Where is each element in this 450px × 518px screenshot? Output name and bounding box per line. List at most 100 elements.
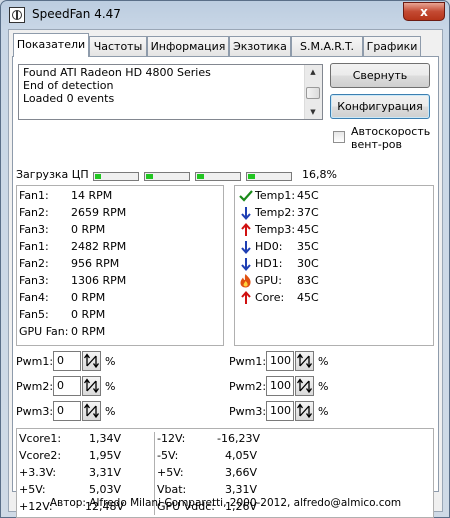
fan-value: 0 RPM (71, 291, 106, 304)
temp-name: Temp2: (255, 206, 296, 219)
pwm1-unit: % (318, 355, 329, 368)
fan-name: Fan1: (19, 240, 49, 253)
arrow-down-icon (241, 206, 251, 220)
pwm3-unit: % (318, 405, 329, 418)
fan-name: Fan1: (19, 189, 49, 202)
window-title: SpeedFan 4.47 (32, 7, 121, 21)
temp-name: Temp3: (255, 223, 296, 236)
app-window: SpeedFan 4.47 x Показатели Частоты Инфор… (0, 0, 450, 518)
close-button[interactable]: x (403, 2, 445, 21)
tab-exotics[interactable]: Экзотика (229, 36, 291, 56)
fan-value: 956 RPM (71, 257, 120, 270)
voltage-name: +3.3V: (19, 466, 57, 479)
pwm3-input[interactable]: 100 (266, 401, 294, 421)
temp-name: HD0: (255, 240, 283, 253)
spin-arrows-icon[interactable] (82, 376, 101, 396)
spin-arrows-icon[interactable] (82, 351, 101, 371)
tab-info[interactable]: Информация (147, 36, 229, 56)
scroll-down-icon[interactable]: ▼ (305, 105, 321, 119)
temp-name: GPU: (255, 274, 282, 287)
fan-value: 2482 RPM (71, 240, 127, 253)
pwm1-input[interactable]: 0 (53, 351, 81, 371)
configure-button[interactable]: Конфигурация (330, 94, 430, 119)
scroll-up-icon[interactable]: ▲ (305, 65, 321, 79)
voltage-value: 1,95V (89, 449, 122, 462)
fans-group: Fan1: 14 RPM Fan2: 2659 RPM Fan3: 0 RPM … (16, 185, 224, 346)
tab-readings[interactable]: Показатели (13, 33, 89, 57)
voltage-value: 3,66V (225, 466, 258, 479)
fan-value: 0 RPM (71, 325, 106, 338)
fan-name: Fan5: (19, 308, 49, 321)
pwm3-input[interactable]: 0 (53, 401, 81, 421)
tab-smart[interactable]: S.M.A.R.T. (291, 36, 363, 56)
log-line: Found ATI Radeon HD 4800 Series (23, 66, 211, 79)
arrow-down-icon (241, 240, 251, 254)
event-log[interactable]: Found ATI Radeon HD 4800 Series End of d… (18, 64, 323, 120)
fan-name: GPU Fan: (19, 325, 69, 338)
temp-value: 45C (297, 291, 319, 304)
temp-name: Core: (255, 291, 285, 304)
fan-name: Fan2: (19, 206, 49, 219)
temp-value: 30C (297, 257, 319, 270)
pwm1-input[interactable]: 100 (266, 351, 294, 371)
readings-panel: Found ATI Radeon HD 4800 Series End of d… (12, 56, 439, 518)
fan-value: 14 RPM (71, 189, 113, 202)
client-area: Показатели Частоты Информация Экзотика S… (8, 29, 443, 518)
cpu-usage-label: Загрузка ЦП (16, 168, 89, 181)
minimize-button[interactable]: Свернуть (330, 63, 430, 88)
voltage-value: -16,23V (217, 432, 260, 445)
voltage-value: 4,05V (225, 449, 258, 462)
temp-name: Temp1: (255, 189, 296, 202)
tab-charts[interactable]: Графики (363, 36, 421, 56)
voltage-name: -5V: (157, 449, 179, 462)
log-scrollbar[interactable]: ▲ ▼ (304, 65, 322, 119)
pwm2-unit: % (105, 380, 116, 393)
cpu-usage-percent: 16,8% (302, 168, 337, 181)
pwm2-label: Pwm2: (229, 380, 267, 393)
spin-arrows-icon[interactable] (295, 376, 314, 396)
pwm2-input[interactable]: 0 (53, 376, 81, 396)
pwm2-unit: % (318, 380, 329, 393)
arrow-down-icon (241, 257, 251, 271)
voltage-value: 5,03V (89, 483, 122, 496)
voltage-name: +5V: (19, 483, 46, 496)
voltage-name: +5V: (157, 466, 184, 479)
voltage-name: Vbat: (157, 483, 187, 496)
fan-value: 2659 RPM (71, 206, 127, 219)
pwm1-label: Pwm1: (16, 355, 54, 368)
cpu-core-bar (195, 172, 241, 181)
pwm3-unit: % (105, 405, 116, 418)
pwm3-label: Pwm3: (16, 405, 54, 418)
spin-arrows-icon[interactable] (82, 401, 101, 421)
arrow-up-icon (241, 223, 251, 237)
check-icon (239, 190, 253, 202)
voltage-name: Vcore1: (19, 432, 62, 445)
scroll-thumb[interactable] (306, 87, 320, 99)
pwm3-label: Pwm3: (229, 405, 267, 418)
log-line: Loaded 0 events (23, 92, 115, 105)
spin-arrows-icon[interactable] (295, 401, 314, 421)
fan-name: Fan2: (19, 257, 49, 270)
fan-name: Fan4: (19, 291, 49, 304)
spin-arrows-icon[interactable] (295, 351, 314, 371)
temp-name: HD1: (255, 257, 283, 270)
fan-name: Fan3: (19, 274, 49, 287)
speedfan-app-icon[interactable] (9, 7, 25, 23)
temps-group: Temp1: 45C Temp2: 37C Temp3: 45C HD0: 35… (234, 185, 434, 346)
voltage-name: -12V: (157, 432, 186, 445)
cpu-core-bar (93, 172, 139, 181)
cpu-core-bar (246, 172, 292, 181)
autospeed-checkbox[interactable] (333, 131, 345, 143)
tab-clock[interactable]: Частоты (89, 36, 147, 56)
voltage-name: Vcore2: (19, 449, 62, 462)
author-footer: Автор: Alfredo Milani Comparetti, 2000-2… (49, 497, 402, 509)
temp-value: 37C (297, 206, 319, 219)
voltage-value: 3,31V (89, 466, 122, 479)
arrow-up-icon (241, 291, 251, 305)
pwm1-label: Pwm1: (229, 355, 267, 368)
fan-name: Fan3: (19, 223, 49, 236)
pwm2-input[interactable]: 100 (266, 376, 294, 396)
temp-value: 35C (297, 240, 319, 253)
title-bar[interactable]: SpeedFan 4.47 x (1, 1, 449, 29)
pwm1-unit: % (105, 355, 116, 368)
